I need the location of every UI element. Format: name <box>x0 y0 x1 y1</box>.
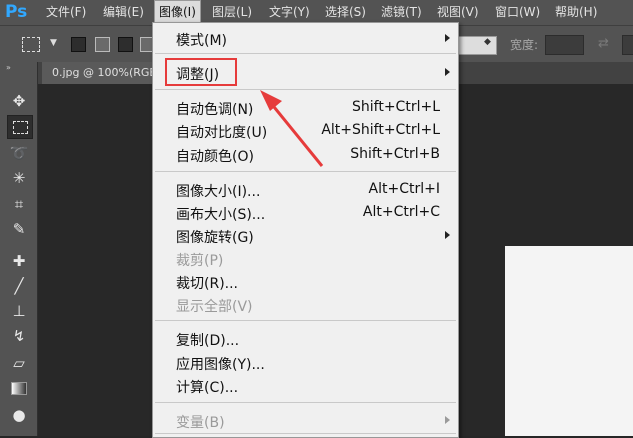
annotation-arrow-icon <box>260 90 324 167</box>
